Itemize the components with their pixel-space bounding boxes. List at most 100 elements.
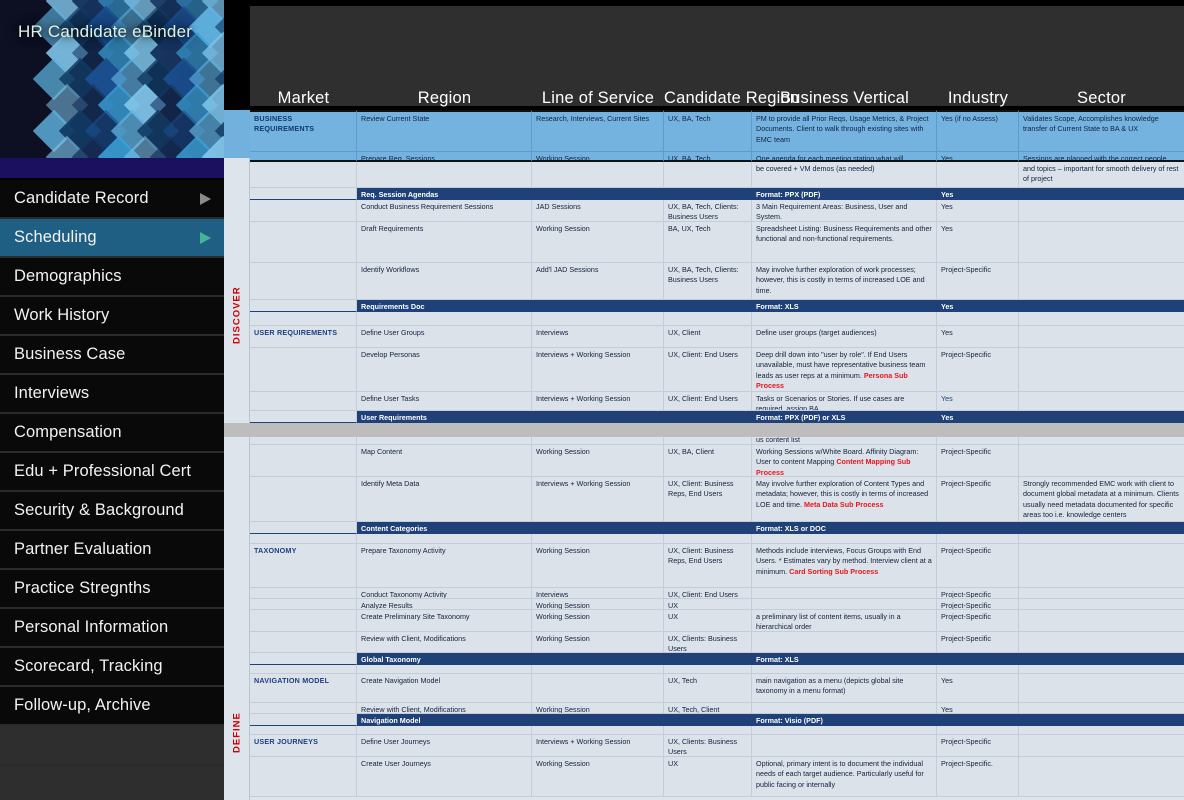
deliverable-label[interactable]: Global Taxonomy <box>357 653 664 665</box>
table-cell[interactable] <box>250 300 357 312</box>
table-cell[interactable]: Project-Specific <box>937 610 1019 632</box>
table-cell[interactable]: Define User Journeys <box>357 735 532 757</box>
table-cell[interactable] <box>1019 544 1184 588</box>
table-cell[interactable]: Map Content <box>357 445 532 477</box>
table-row[interactable]: Define User Tasks Interviews + Working Se… <box>250 392 1184 411</box>
table-cell[interactable]: BA, UX, Tech <box>664 222 752 263</box>
table-row[interactable]: USER REQUIREMENTS Define User Groups Inter… <box>250 326 1184 348</box>
table-cell[interactable] <box>937 534 1019 544</box>
table-cell[interactable]: Deep drill down into "user by role". If … <box>752 348 937 392</box>
deliverable-format[interactable]: Format: PPX (PDF) <box>752 188 937 200</box>
row-category-label[interactable]: USER REQUIREMENTS <box>250 326 357 348</box>
table-cell[interactable]: Tasks or Scenarios or Stories. If use ca… <box>752 392 937 411</box>
table-cell[interactable] <box>1019 263 1184 300</box>
table-cell[interactable]: Develop Personas <box>357 348 532 392</box>
table-cell[interactable]: Define User Tasks <box>357 392 532 411</box>
table-cell[interactable] <box>250 162 357 188</box>
table-row[interactable]: Map Content Working Session UX, BA, Client… <box>250 445 1184 477</box>
sidebar-item-practice-stregnths[interactable]: Practice Stregnths <box>0 570 224 609</box>
table-cell[interactable]: Project-Specific <box>937 263 1019 300</box>
sidebar-item-candidate-record[interactable]: Candidate Record <box>0 180 224 219</box>
table-cell[interactable] <box>1019 300 1184 312</box>
table-cell[interactable]: Yes <box>937 392 1019 411</box>
table-cell[interactable]: Working Sessions w/White Board. Affinity… <box>752 445 937 477</box>
sidebar-item-demographics[interactable]: Demographics <box>0 258 224 297</box>
table-row[interactable]: Analyze Results Working Session UX Project-… <box>250 599 1184 610</box>
table-cell[interactable]: Review with Client, Modifications <box>357 703 532 714</box>
table-cell[interactable]: Interviews <box>532 326 664 348</box>
table-cell[interactable] <box>1019 392 1184 411</box>
table-cell[interactable]: UX <box>664 757 752 797</box>
table-cell[interactable]: UX, BA, Tech <box>664 152 752 162</box>
table-cell[interactable]: Prepare Taxonomy Activity <box>357 544 532 588</box>
table-cell[interactable] <box>664 162 752 188</box>
table-row[interactable]: Content Categories Format: XLS or DOC <box>250 522 1184 534</box>
table-row[interactable]: Identify Meta Data Interviews + Working S… <box>250 477 1184 522</box>
table-cell[interactable]: UX, Client: Business Reps, End Users <box>664 477 752 522</box>
table-row[interactable]: Draft Requirements Working Session BA, UX,… <box>250 222 1184 263</box>
table-cell[interactable]: Conduct Business Requirement Sessions <box>357 200 532 222</box>
table-cell[interactable]: UX, BA, Tech, Clients: Business Users <box>664 263 752 300</box>
table-cell[interactable] <box>1019 653 1184 665</box>
table-cell[interactable] <box>250 534 357 544</box>
table-cell[interactable] <box>250 653 357 665</box>
table-cell[interactable] <box>752 534 937 544</box>
table-cell[interactable]: UX, Tech <box>664 674 752 703</box>
table-cell[interactable]: Spreadsheet Listing: Business Requiremen… <box>752 222 937 263</box>
table-cell[interactable] <box>664 665 752 674</box>
table-cell[interactable]: Yes <box>937 152 1019 162</box>
table-cell[interactable]: UX <box>664 599 752 610</box>
table-cell[interactable]: Yes <box>937 200 1019 222</box>
deliverable-format[interactable]: Format: Visio (PDF) <box>752 714 937 726</box>
table-cell[interactable] <box>1019 726 1184 735</box>
table-row[interactable]: Req. Session Agendas Format: PPX (PDF) Yes <box>250 188 1184 200</box>
table-row[interactable]: be covered + VM demos (as needed) and top… <box>250 162 1184 188</box>
table-cell[interactable]: Working Session <box>532 703 664 714</box>
table-row[interactable] <box>250 312 1184 326</box>
table-cell[interactable]: Review Current State <box>357 110 532 152</box>
table-row[interactable]: TAXONOMY Prepare Taxonomy Activity Working… <box>250 544 1184 588</box>
table-cell[interactable] <box>1019 188 1184 200</box>
table-cell[interactable]: UX, Clients: Business Users <box>664 735 752 757</box>
table-cell[interactable] <box>664 411 752 423</box>
table-cell[interactable] <box>752 312 937 326</box>
table-cell[interactable] <box>250 757 357 797</box>
column-header-line-of-service[interactable]: Line of Service <box>532 89 664 110</box>
deliverable-label[interactable]: Req. Session Agendas <box>357 188 664 200</box>
table-cell[interactable]: Project-Specific <box>937 445 1019 477</box>
table-row[interactable]: USER JOURNEYS Define User Journeys Intervi… <box>250 735 1184 757</box>
table-cell[interactable]: Identify Workflows <box>357 263 532 300</box>
table-cell[interactable] <box>1019 665 1184 674</box>
sidebar-item-security-background[interactable]: Security & Background <box>0 492 224 531</box>
table-cell[interactable] <box>664 300 752 312</box>
sidebar-item-edu-professional-cert[interactable]: Edu + Professional Cert <box>0 453 224 492</box>
table-cell[interactable]: One agenda for each meeting stating what… <box>752 152 937 162</box>
table-cell[interactable]: Yes <box>937 326 1019 348</box>
table-cell[interactable] <box>250 726 357 735</box>
table-cell[interactable]: Yes <box>937 674 1019 703</box>
column-header-business-vertical[interactable]: Business Vertical <box>752 89 937 110</box>
table-cell[interactable]: Project-Specific <box>937 588 1019 599</box>
table-cell[interactable] <box>250 411 357 423</box>
table-cell[interactable] <box>1019 714 1184 726</box>
table-cell[interactable] <box>1019 222 1184 263</box>
column-header-candidate-region[interactable]: Candidate Region <box>664 89 799 110</box>
table-cell[interactable]: Methods include interviews, Focus Groups… <box>752 544 937 588</box>
table-row[interactable]: NAVIGATION MODEL Create Navigation Model U… <box>250 674 1184 703</box>
table-cell[interactable] <box>1019 534 1184 544</box>
table-cell[interactable] <box>250 477 357 522</box>
deliverable-label[interactable]: Requirements Doc <box>357 300 664 312</box>
table-cell[interactable] <box>937 312 1019 326</box>
table-cell[interactable] <box>1019 599 1184 610</box>
table-cell[interactable]: Strongly recommended EMC work with clien… <box>1019 477 1184 522</box>
table-cell[interactable] <box>752 703 937 714</box>
table-cell[interactable]: Working Session <box>532 610 664 632</box>
table-cell[interactable] <box>250 263 357 300</box>
table-cell[interactable]: UX, BA, Tech <box>664 110 752 152</box>
table-cell[interactable] <box>532 162 664 188</box>
table-cell[interactable] <box>250 152 357 162</box>
table-cell[interactable] <box>250 632 357 653</box>
table-cell[interactable] <box>664 522 752 534</box>
table-cell[interactable]: Interviews <box>532 588 664 599</box>
table-row[interactable]: Conduct Business Requirement Sessions JAD… <box>250 200 1184 222</box>
